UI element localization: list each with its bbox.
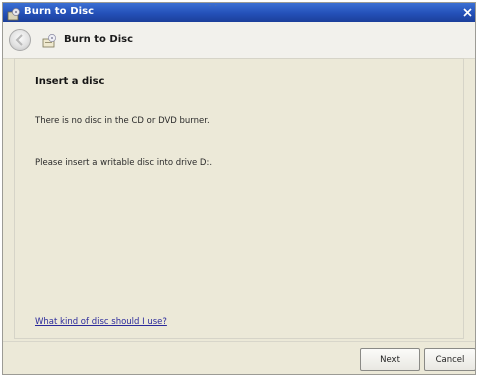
next-button[interactable]: Next [360, 348, 420, 371]
cancel-button[interactable]: Cancel [424, 348, 475, 371]
no-disc-message: There is no disc in the CD or DVD burner… [35, 116, 210, 126]
burn-disc-icon [7, 6, 21, 21]
resize-grip: · · [209, 3, 218, 10]
burn-to-disc-dialog: Burn to Disc · · Burn to Disc Insert a d… [2, 2, 476, 375]
disc-help-link[interactable]: What kind of disc should I use? [35, 317, 167, 327]
window-title: Burn to Disc [24, 6, 95, 17]
back-button[interactable] [9, 29, 31, 51]
content-panel [14, 58, 464, 339]
title-bar[interactable]: Burn to Disc [3, 3, 475, 22]
back-arrow-icon [15, 34, 23, 46]
page-heading: Insert a disc [35, 76, 105, 87]
wizard-title: Burn to Disc [64, 34, 134, 45]
close-icon[interactable] [460, 5, 475, 20]
wizard-header: Burn to Disc [3, 22, 475, 59]
burn-disc-icon [42, 33, 57, 48]
insert-disc-message: Please insert a writable disc into drive… [35, 158, 213, 168]
